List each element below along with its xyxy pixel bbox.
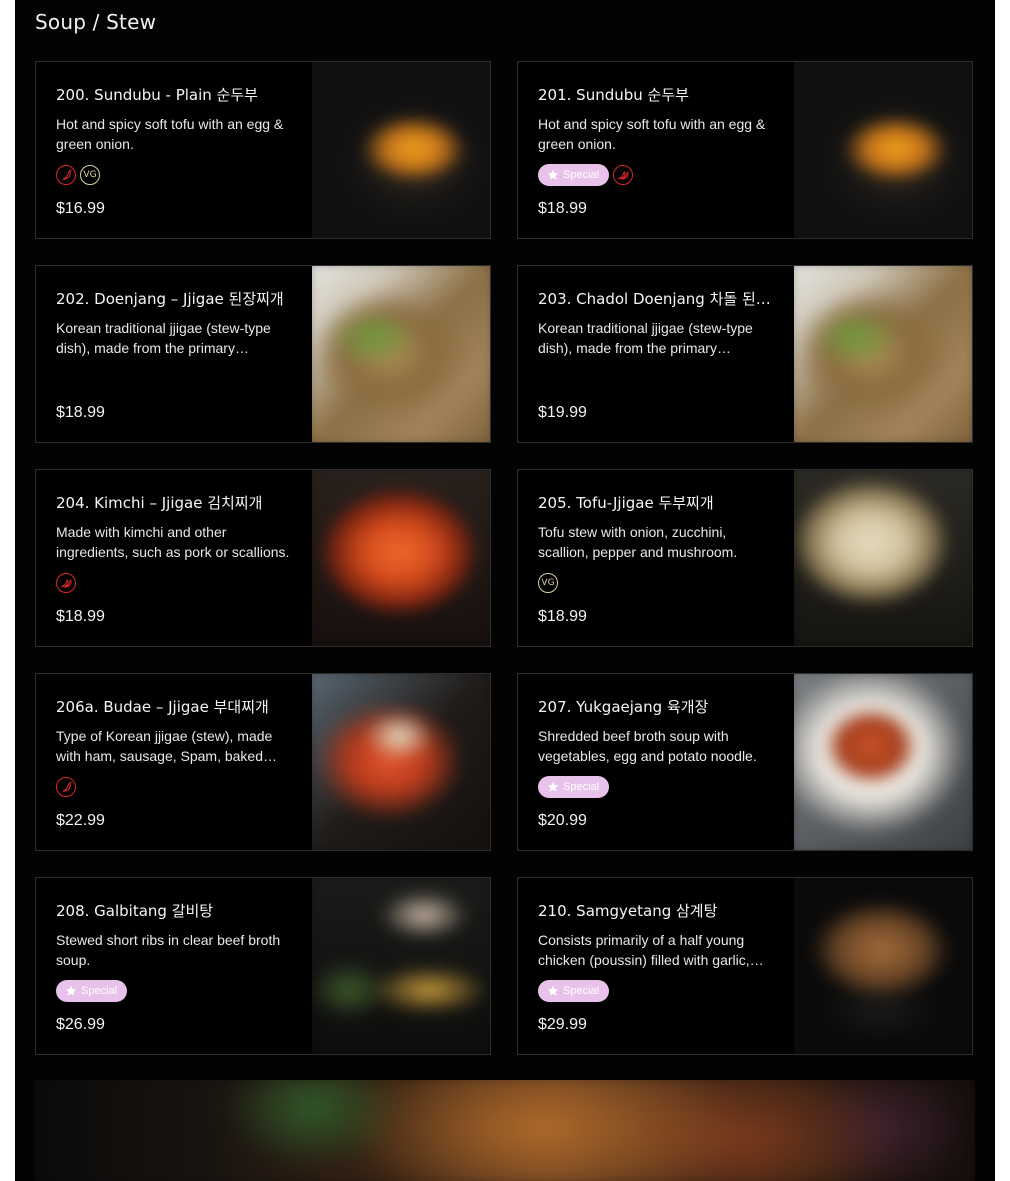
menu-item-tags: Special bbox=[56, 979, 128, 1003]
menu-item-name: 210. Samgyetang 삼계탕 bbox=[538, 902, 718, 920]
menu-item-price: $18.99 bbox=[538, 608, 587, 625]
menu-item-price: $18.99 bbox=[56, 608, 105, 625]
menu-item-tags bbox=[56, 571, 76, 595]
menu-item-price: $29.99 bbox=[538, 1016, 587, 1033]
menu-item-info: 204. Kimchi – Jjigae 김치찌개 Made with kimch… bbox=[56, 470, 296, 646]
menu-item-description: Tofu stew with onion, zucchini, scallion… bbox=[538, 524, 738, 560]
special-badge-label: Special bbox=[81, 985, 118, 997]
menu-item-tags: Special bbox=[538, 775, 610, 799]
menu-item-info: 208. Galbitang 갈비탕 Stewed short ribs in c… bbox=[56, 878, 296, 1054]
menu-item-tags: VG bbox=[56, 163, 100, 187]
star-icon bbox=[547, 781, 559, 793]
menu-item-info: 205. Tofu-Jjigae 두부찌개 Tofu stew with onio… bbox=[538, 470, 778, 646]
special-badge-label: Special bbox=[563, 985, 600, 997]
section-title: Soup / Stew bbox=[35, 10, 157, 34]
menu-item-info: 200. Sundubu - Plain 순두부 Hot and spicy so… bbox=[56, 62, 296, 238]
menu-item-description: Made with kimchi and other ingredients, … bbox=[56, 524, 290, 560]
menu-item-card[interactable]: 202. Doenjang – Jjigae 된장찌개 Korean tradit… bbox=[35, 265, 491, 443]
menu-item-price: $20.99 bbox=[538, 812, 587, 829]
menu-item-photo[interactable] bbox=[312, 878, 490, 1054]
menu-item-price: $22.99 bbox=[56, 812, 105, 829]
star-icon bbox=[547, 985, 559, 997]
menu-item-card[interactable]: 207. Yukgaejang 육개장 Shredded beef broth s… bbox=[517, 673, 973, 851]
menu-item-description: Consists primarily of a half young chick… bbox=[538, 932, 750, 968]
double-pepper-icon bbox=[56, 573, 76, 593]
spicy-pepper-icon bbox=[56, 777, 76, 797]
menu-item-photo[interactable] bbox=[794, 674, 972, 850]
double-pepper-icon bbox=[613, 165, 634, 185]
menu-item-tags: VG bbox=[538, 571, 558, 595]
menu-item-card[interactable]: 205. Tofu-Jjigae 두부찌개 Tofu stew with onio… bbox=[517, 469, 973, 647]
menu-item-photo[interactable] bbox=[312, 266, 490, 442]
menu-item-card[interactable]: 201. Sundubu 순두부 Hot and spicy soft tofu … bbox=[517, 61, 973, 239]
menu-item-description: Korean traditional jjigae (stew-type dis… bbox=[56, 320, 271, 356]
menu-item-card[interactable]: 200. Sundubu - Plain 순두부 Hot and spicy so… bbox=[35, 61, 491, 239]
menu-item-info: 201. Sundubu 순두부 Hot and spicy soft tofu … bbox=[538, 62, 778, 238]
menu-item-price: $26.99 bbox=[56, 1016, 105, 1033]
menu-item-name: 207. Yukgaejang 육개장 bbox=[538, 698, 709, 716]
menu-item-tags: Special bbox=[538, 979, 610, 1003]
menu-item-card[interactable]: 203. Chadol Doenjang 차돌 된장찌개 Korean tradi… bbox=[517, 265, 973, 443]
star-icon bbox=[547, 169, 559, 181]
menu-item-description: Type of Korean jjigae (stew), made with … bbox=[56, 728, 273, 764]
menu-item-name: 202. Doenjang – Jjigae 된장찌개 bbox=[56, 290, 284, 308]
menu-item-card[interactable]: 204. Kimchi – Jjigae 김치찌개 Made with kimch… bbox=[35, 469, 491, 647]
menu-item-price: $19.99 bbox=[538, 404, 587, 421]
menu-item-photo[interactable] bbox=[312, 674, 490, 850]
vegetarian-badge: VG bbox=[80, 165, 100, 185]
vegetarian-badge: VG bbox=[538, 573, 558, 593]
special-badge: Special bbox=[538, 980, 610, 1002]
menu-item-info: 206a. Budae – Jjigae 부대찌개 Type of Korean … bbox=[56, 674, 296, 850]
menu-item-tags: Special bbox=[538, 163, 634, 187]
menu-item-card[interactable]: 206a. Budae – Jjigae 부대찌개 Type of Korean … bbox=[35, 673, 491, 851]
menu-item-price: $18.99 bbox=[538, 200, 587, 217]
spicy-pepper-icon bbox=[56, 165, 76, 185]
section-banner-image bbox=[35, 1080, 975, 1181]
menu-item-card[interactable]: 210. Samgyetang 삼계탕 Consists primarily of… bbox=[517, 877, 973, 1055]
menu-item-name: 206a. Budae – Jjigae 부대찌개 bbox=[56, 698, 269, 716]
menu-item-description: Shredded beef broth soup with vegetables… bbox=[538, 728, 757, 764]
menu-item-name: 205. Tofu-Jjigae 두부찌개 bbox=[538, 494, 714, 512]
menu-item-info: 207. Yukgaejang 육개장 Shredded beef broth s… bbox=[538, 674, 778, 850]
menu-item-info: 203. Chadol Doenjang 차돌 된장찌개 Korean tradi… bbox=[538, 266, 778, 442]
menu-item-photo[interactable] bbox=[794, 878, 972, 1054]
menu-item-info: 202. Doenjang – Jjigae 된장찌개 Korean tradit… bbox=[56, 266, 296, 442]
menu-item-name: 208. Galbitang 갈비탕 bbox=[56, 902, 214, 920]
menu-item-description: Hot and spicy soft tofu with an egg & gr… bbox=[56, 116, 284, 152]
special-badge-label: Special bbox=[563, 169, 600, 181]
menu-item-photo[interactable] bbox=[794, 62, 972, 238]
menu-item-tags bbox=[56, 775, 76, 799]
special-badge-label: Special bbox=[563, 781, 600, 793]
menu-item-description: Hot and spicy soft tofu with an egg & gr… bbox=[538, 116, 766, 152]
menu-item-photo[interactable] bbox=[794, 470, 972, 646]
menu-section: Soup / Stew 200. Sundubu - Plain 순두부 Hot … bbox=[15, 0, 995, 1181]
menu-item-photo[interactable] bbox=[312, 62, 490, 238]
menu-item-name: 200. Sundubu - Plain 순두부 bbox=[56, 86, 258, 104]
star-icon bbox=[65, 985, 77, 997]
special-badge: Special bbox=[538, 776, 610, 798]
menu-item-description: Stewed short ribs in clear beef broth so… bbox=[56, 932, 281, 968]
special-badge: Special bbox=[56, 980, 128, 1002]
menu-item-photo[interactable] bbox=[794, 266, 972, 442]
menu-item-info: 210. Samgyetang 삼계탕 Consists primarily of… bbox=[538, 878, 778, 1054]
menu-item-photo[interactable] bbox=[312, 470, 490, 646]
menu-item-price: $18.99 bbox=[56, 404, 105, 421]
menu-item-card[interactable]: 208. Galbitang 갈비탕 Stewed short ribs in c… bbox=[35, 877, 491, 1055]
special-badge: Special bbox=[538, 164, 610, 186]
menu-item-name: 201. Sundubu 순두부 bbox=[538, 86, 689, 104]
menu-item-price: $16.99 bbox=[56, 200, 105, 217]
menu-item-name: 203. Chadol Doenjang 차돌 된장찌개 bbox=[538, 290, 776, 308]
menu-item-description: Korean traditional jjigae (stew-type dis… bbox=[538, 320, 753, 356]
menu-item-name: 204. Kimchi – Jjigae 김치찌개 bbox=[56, 494, 263, 512]
